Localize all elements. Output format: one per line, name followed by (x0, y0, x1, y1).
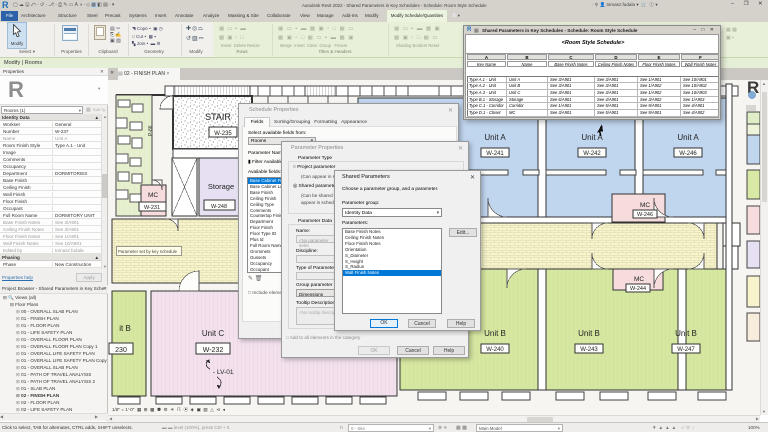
svg-text:Storage: Storage (208, 182, 234, 191)
svg-text:- LV-01: - LV-01 (213, 369, 234, 376)
svg-text:MC: MC (640, 202, 650, 209)
svg-text:MC: MC (148, 192, 158, 199)
svg-text:Unit B: Unit B (484, 329, 506, 338)
svg-text:W-246: W-246 (679, 151, 697, 157)
svg-text:W-244: W-244 (630, 286, 646, 292)
svg-text:W-247: W-247 (677, 347, 695, 353)
svg-text:W-243: W-243 (580, 347, 598, 353)
svg-text:it B: it B (119, 324, 131, 333)
svg-text:Unit C: Unit C (202, 329, 224, 338)
svg-text:Unit A: Unit A (677, 133, 699, 142)
svg-text:Unit A: Unit A (484, 133, 506, 142)
svg-text:MC: MC (634, 276, 644, 283)
svg-text:W-242: W-242 (583, 151, 601, 157)
svg-text:Unit B: Unit B (578, 329, 600, 338)
svg-text:W-241: W-241 (486, 151, 504, 157)
svg-text:W-246: W-246 (637, 212, 653, 218)
svg-text:W-240: W-240 (486, 347, 504, 353)
svg-text:W-231: W-231 (144, 205, 160, 211)
svg-text:W-232: W-232 (203, 347, 224, 354)
svg-text:P-86: P-86 (148, 125, 154, 136)
svg-text:230: 230 (115, 347, 127, 354)
svg-text:Unit B: Unit B (675, 329, 697, 338)
svg-text:W-235: W-235 (214, 131, 232, 137)
svg-text:W-248: W-248 (211, 204, 227, 210)
svg-text:STAIR: STAIR (205, 112, 231, 122)
